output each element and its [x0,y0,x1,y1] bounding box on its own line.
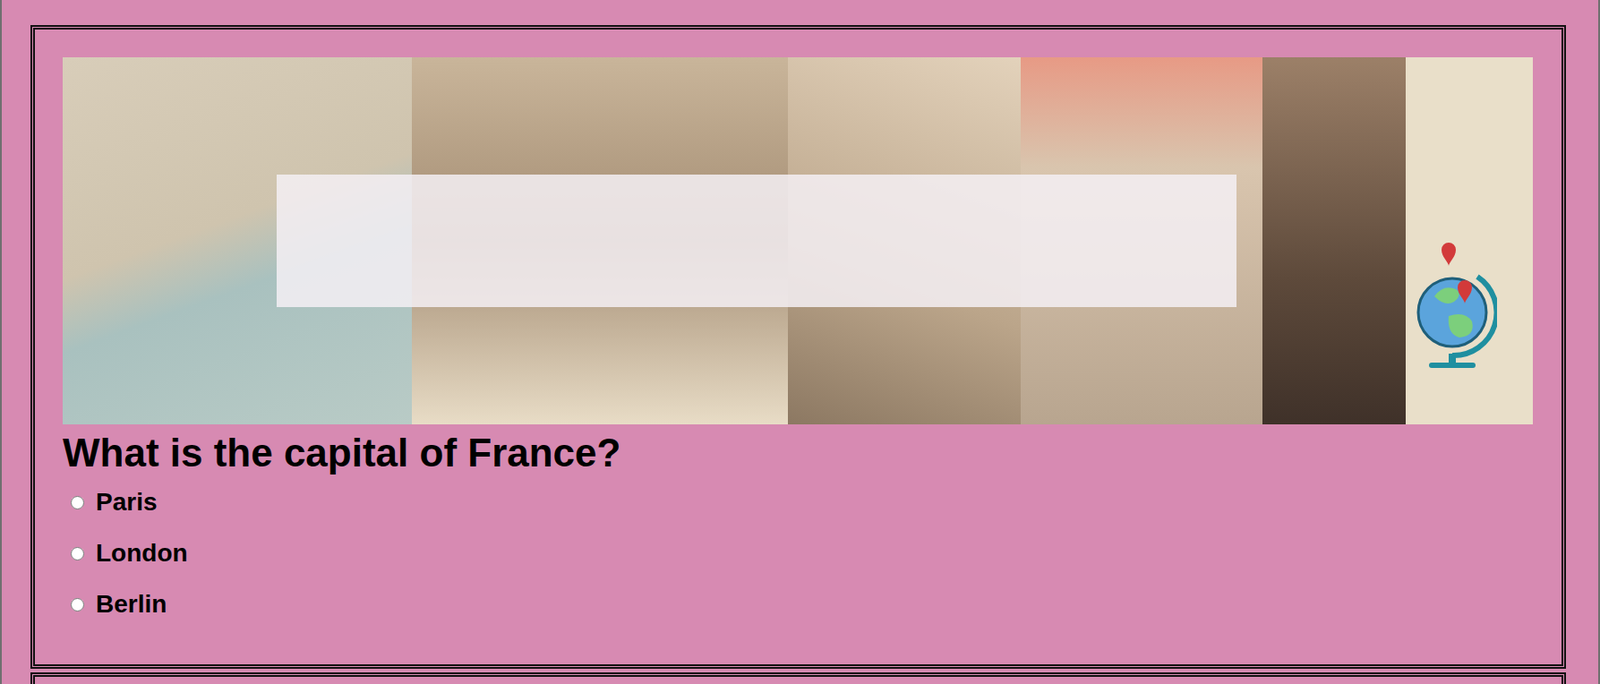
banner-overlay [276,174,1237,308]
answer-label: Paris [95,487,158,517]
answer-radio[interactable] [70,496,85,510]
globe-icon [1407,240,1498,376]
answer-options: Paris London Berlin [62,477,1533,631]
question-banner-image [62,57,1533,425]
answer-radio[interactable] [70,547,85,561]
answer-label: Berlin [95,590,167,619]
next-question-card [30,672,1566,684]
question-card: What is the capital of France? Paris Lon… [30,25,1566,669]
question-text: What is the capital of France? [62,429,1533,478]
answer-radio[interactable] [70,598,85,612]
answer-option[interactable]: London [62,528,1533,580]
answer-option[interactable]: Paris [62,477,1533,529]
answer-label: London [95,539,189,568]
quiz-page: What is the capital of France? Paris Lon… [0,0,1600,684]
answer-option[interactable]: Berlin [62,579,1533,631]
